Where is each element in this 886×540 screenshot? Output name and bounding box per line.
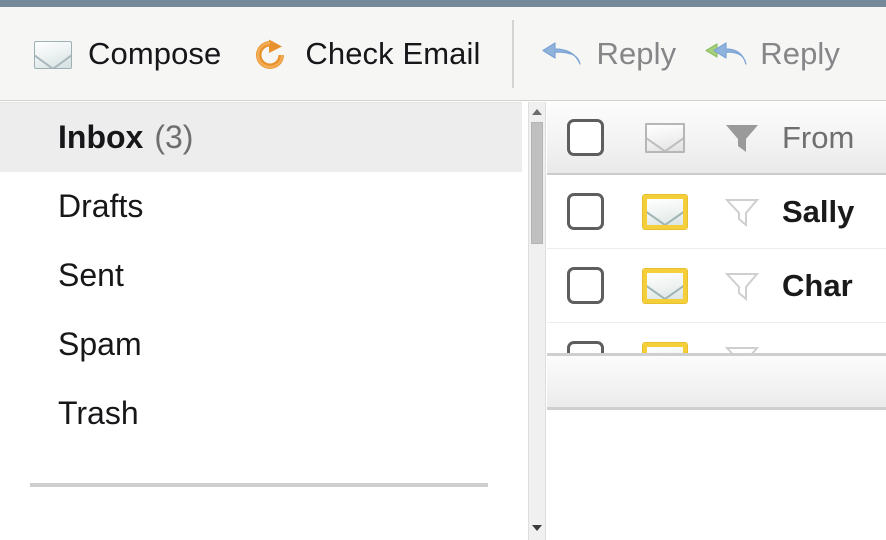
window-titlebar-edge bbox=[0, 0, 886, 7]
sidebar-item-sent[interactable]: Sent bbox=[0, 241, 522, 310]
sidebar-item-label: Spam bbox=[58, 326, 142, 362]
row-select-checkbox[interactable] bbox=[547, 267, 624, 304]
message-pane-splitter[interactable] bbox=[547, 353, 886, 410]
sidebar-divider bbox=[30, 483, 488, 487]
toolbar-divider bbox=[512, 19, 515, 88]
column-header-from[interactable]: From bbox=[779, 120, 886, 156]
check-email-button[interactable]: Check Email bbox=[235, 19, 494, 89]
inbox-unread-count: (3) bbox=[154, 119, 194, 155]
filter-funnel-icon[interactable] bbox=[705, 121, 779, 155]
sidebar-item-label: Sent bbox=[58, 257, 124, 293]
email-client-window: Compose Check Email Reply Reply Inbox (3… bbox=[0, 0, 886, 540]
sidebar-item-inbox[interactable]: Inbox (3) bbox=[0, 103, 522, 172]
reply-all-button-label: Reply bbox=[760, 35, 841, 71]
flag-funnel-icon[interactable] bbox=[705, 195, 779, 229]
unread-envelope-icon[interactable] bbox=[624, 268, 705, 303]
reply-button[interactable]: Reply bbox=[526, 19, 690, 89]
compose-button[interactable]: Compose bbox=[18, 19, 235, 89]
row-from-cell: Char bbox=[779, 268, 886, 304]
folder-sidebar: Inbox (3) Drafts Sent Spam Trash bbox=[0, 102, 522, 540]
scroll-down-icon[interactable] bbox=[529, 520, 545, 536]
envelope-icon[interactable] bbox=[624, 122, 705, 153]
sidebar-item-label: Drafts bbox=[58, 188, 144, 224]
row-select-checkbox[interactable] bbox=[547, 193, 624, 230]
sidebar-item-trash[interactable]: Trash bbox=[0, 379, 522, 448]
reply-arrow-icon bbox=[540, 33, 582, 75]
message-reading-pane bbox=[547, 410, 886, 540]
reply-all-button[interactable]: Reply bbox=[690, 19, 854, 89]
compose-button-label: Compose bbox=[88, 35, 222, 71]
sidebar-item-label: Trash bbox=[58, 395, 139, 431]
refresh-icon bbox=[249, 33, 291, 75]
table-row[interactable]: Sally bbox=[547, 175, 886, 249]
reply-button-label: Reply bbox=[596, 35, 677, 71]
select-all-checkbox[interactable] bbox=[547, 119, 624, 156]
scroll-up-icon[interactable] bbox=[529, 104, 545, 120]
scrollbar-thumb[interactable] bbox=[531, 122, 543, 244]
sidebar-vertical-scrollbar[interactable] bbox=[528, 102, 546, 540]
check-email-button-label: Check Email bbox=[305, 35, 481, 71]
row-from-label: Char bbox=[782, 267, 853, 303]
row-from-cell: Sally bbox=[779, 194, 886, 230]
main-toolbar: Compose Check Email Reply Reply bbox=[0, 7, 886, 101]
row-from-label: Sally bbox=[782, 193, 855, 229]
reply-all-arrow-icon bbox=[704, 33, 747, 75]
message-list-header: From bbox=[547, 102, 886, 175]
column-header-from-label: From bbox=[782, 119, 855, 155]
envelope-icon bbox=[32, 33, 74, 75]
sidebar-item-label: Inbox bbox=[58, 119, 144, 155]
flag-funnel-icon[interactable] bbox=[705, 269, 779, 303]
sidebar-item-spam[interactable]: Spam bbox=[0, 310, 522, 379]
unread-envelope-icon[interactable] bbox=[624, 194, 705, 229]
sidebar-item-drafts[interactable]: Drafts bbox=[0, 172, 522, 241]
table-row[interactable]: Char bbox=[547, 249, 886, 323]
